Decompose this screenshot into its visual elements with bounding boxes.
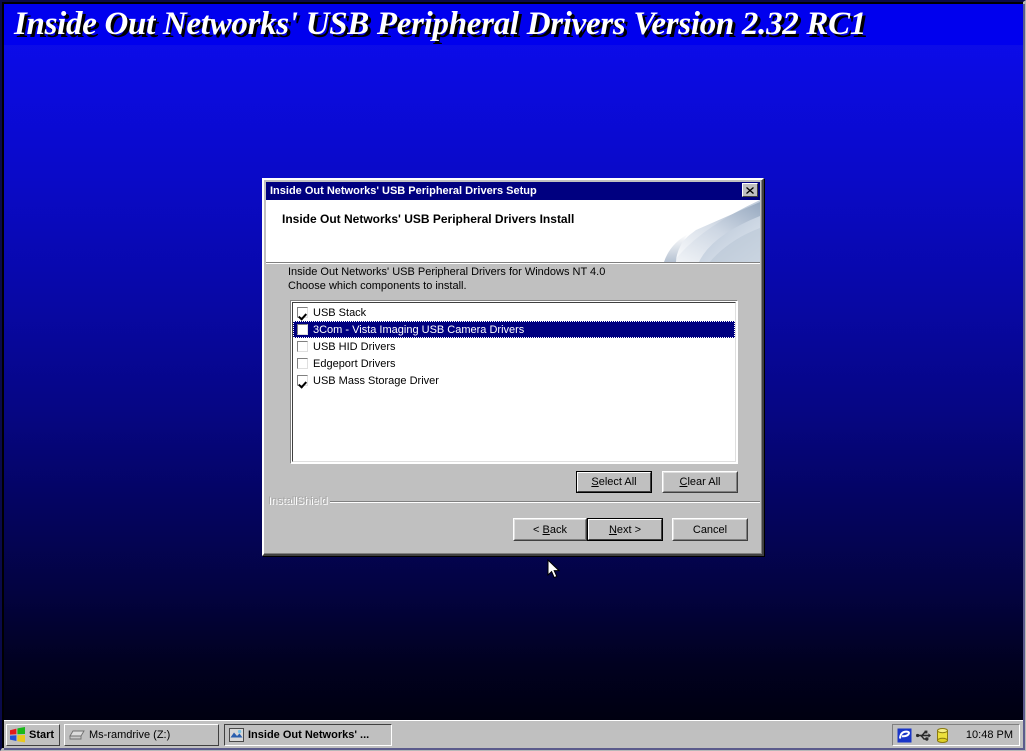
components-listbox[interactable]: USB Stack 3Com - Vista Imaging USB Camer… bbox=[290, 300, 738, 464]
checkbox-checked-icon[interactable] bbox=[297, 375, 308, 386]
back-button[interactable]: < Back bbox=[513, 518, 587, 541]
desktop-banner: Inside Out Networks' USB Peripheral Driv… bbox=[4, 4, 1023, 46]
dialog-title: Inside Out Networks' USB Peripheral Driv… bbox=[270, 185, 537, 197]
select-all-button-label: Select All bbox=[591, 476, 636, 488]
label-suffix: ack bbox=[549, 523, 567, 536]
components-listbox-inner[interactable]: USB Stack 3Com - Vista Imaging USB Camer… bbox=[292, 302, 736, 462]
usb-device-icon[interactable] bbox=[916, 728, 932, 743]
setup-app-icon bbox=[229, 728, 244, 742]
installer-banner-graphic bbox=[636, 200, 760, 264]
back-button-label: < Back bbox=[533, 524, 567, 536]
label-prefix: < bbox=[533, 523, 543, 536]
dialog-header-divider bbox=[266, 262, 760, 264]
windows-flag-icon bbox=[10, 727, 25, 743]
list-item[interactable]: Edgeport Drivers bbox=[293, 355, 735, 372]
desktop[interactable]: Inside Out Networks' USB Peripheral Driv… bbox=[4, 4, 1023, 722]
label-suffix: lear All bbox=[687, 476, 721, 488]
close-icon[interactable] bbox=[742, 183, 758, 197]
list-item[interactable]: 3Com - Vista Imaging USB Camera Drivers bbox=[293, 321, 735, 338]
next-button-label: Next > bbox=[609, 524, 641, 536]
footer-divider bbox=[268, 501, 760, 503]
list-item-label: Edgeport Drivers bbox=[313, 357, 396, 370]
next-button[interactable]: Next > bbox=[587, 518, 663, 541]
list-item[interactable]: USB Stack bbox=[293, 304, 735, 321]
taskbar-item-label: Inside Out Networks' ... bbox=[248, 729, 370, 741]
instruction-line-2: Choose which components to install. bbox=[288, 280, 467, 292]
checkbox-unchecked-icon[interactable] bbox=[297, 341, 308, 352]
list-item[interactable]: USB Mass Storage Driver bbox=[293, 372, 735, 389]
accel-char: B bbox=[542, 523, 550, 536]
start-button-label: Start bbox=[29, 729, 55, 741]
close-x-glyph bbox=[746, 186, 754, 194]
select-all-button[interactable]: Select All bbox=[576, 471, 652, 493]
start-button[interactable]: Start bbox=[6, 724, 60, 746]
clear-all-button[interactable]: Clear All bbox=[662, 471, 738, 493]
accel-char: S bbox=[591, 476, 599, 488]
instruction-line-1: Inside Out Networks' USB Peripheral Driv… bbox=[288, 266, 606, 278]
viewport-frame: Inside Out Networks' USB Peripheral Driv… bbox=[0, 0, 1026, 751]
list-item[interactable]: USB HID Drivers bbox=[293, 338, 735, 355]
dialog-header: Inside Out Networks' USB Peripheral Driv… bbox=[266, 200, 760, 264]
cancel-button[interactable]: Cancel bbox=[672, 518, 748, 541]
list-item-label: USB HID Drivers bbox=[313, 340, 396, 353]
cancel-button-label: Cancel bbox=[692, 523, 728, 536]
taskbar-item-label: Ms-ramdrive (Z:) bbox=[89, 729, 171, 741]
installshield-brand: InstallShield bbox=[268, 495, 331, 507]
checkbox-unchecked-icon[interactable] bbox=[297, 324, 308, 335]
removable-drive-icon[interactable] bbox=[936, 727, 949, 743]
checkbox-checked-icon[interactable] bbox=[297, 307, 308, 318]
screen: Inside Out Networks' USB Peripheral Driv… bbox=[0, 0, 1026, 751]
label-suffix: elect All bbox=[598, 476, 637, 488]
desktop-banner-title: Inside Out Networks' USB Peripheral Driv… bbox=[14, 6, 867, 42]
internet-explorer-icon[interactable] bbox=[897, 728, 912, 743]
banner-bottom-edge bbox=[4, 45, 1023, 46]
label-suffix: ext > bbox=[616, 523, 642, 536]
clock: 10:48 PM bbox=[965, 729, 1013, 741]
dialog-titlebar[interactable]: Inside Out Networks' USB Peripheral Driv… bbox=[266, 182, 760, 200]
taskbar-item-ms-ramdrive[interactable]: Ms-ramdrive (Z:) bbox=[64, 724, 219, 746]
mouse-cursor bbox=[547, 559, 561, 579]
dialog-heading: Inside Out Networks' USB Peripheral Driv… bbox=[282, 212, 575, 226]
system-tray[interactable]: 10:48 PM bbox=[892, 724, 1020, 746]
drive-icon bbox=[69, 730, 85, 740]
clear-all-button-label: Clear All bbox=[680, 476, 721, 488]
checkbox-unchecked-icon[interactable] bbox=[297, 358, 308, 369]
viewport-inner: Inside Out Networks' USB Peripheral Driv… bbox=[4, 4, 1025, 750]
list-item-label: USB Stack bbox=[313, 306, 367, 319]
taskbar-item-inside-out-networks[interactable]: Inside Out Networks' ... bbox=[224, 724, 392, 746]
accel-char: N bbox=[608, 523, 617, 536]
list-item-label: 3Com - Vista Imaging USB Camera Drivers bbox=[313, 323, 525, 336]
list-item-label: USB Mass Storage Driver bbox=[313, 374, 439, 387]
taskbar[interactable]: Start Ms-ramdrive (Z:) Inside Out Networ… bbox=[4, 720, 1023, 748]
